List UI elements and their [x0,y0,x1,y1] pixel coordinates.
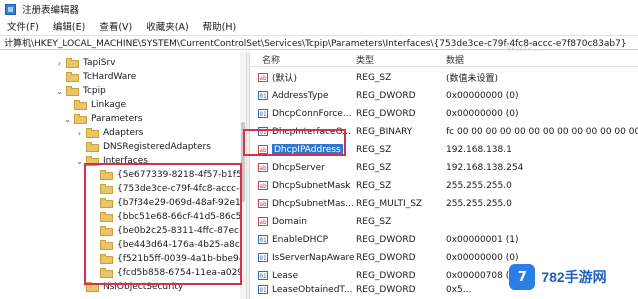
string-value-icon: ab [258,217,268,226]
dword-value-icon: 01 [258,91,268,100]
column-type-header[interactable]: 类型 [356,52,374,67]
folder-icon [86,128,99,138]
folder-icon [66,72,79,82]
dword-value-icon: 01 [258,109,268,118]
string-value-icon: ab [258,181,268,190]
tree-item-label: Adapters [103,128,144,138]
menu-bar: 文件(F) 编辑(E) 查看(V) 收藏夹(A) 帮助(H) [0,18,638,34]
interfaces-annotation-box [84,163,242,285]
dword-value-icon: 01 [258,235,268,244]
tree-item-label: Parameters [91,114,143,124]
tree-item-adapters[interactable]: › Adapters [78,126,144,140]
dword-value-icon: 01 [258,271,268,280]
dword-value-icon: 01 [258,285,268,294]
folder-icon [66,58,79,68]
tree-item-linkage[interactable]: Linkage [74,98,126,112]
site-logo-icon: 7 [509,264,536,290]
tree-item-dnsregisteredadapters[interactable]: DNSRegisteredAdapters [86,140,211,154]
string-value-icon: ab [258,73,268,82]
menu-file[interactable]: 文件(F) [0,19,46,33]
list-header: 名称 类型 数据 [250,52,638,67]
folder-icon [66,86,79,96]
list-item[interactable]: ab DhcpSubnetMas... REG_MULTI_SZ 255.255.… [250,196,638,211]
chevron-right-icon[interactable]: › [75,126,84,140]
chevron-right-icon[interactable]: › [55,56,64,70]
list-item[interactable]: 01 AddressType REG_DWORD 0x00000000 (0) [250,88,638,103]
menu-edit[interactable]: 编辑(E) [46,19,92,33]
string-value-icon: ab [258,163,268,172]
regedit-app-icon [5,3,16,15]
string-value-icon: ab [258,199,268,208]
site-watermark: 7 782手游网 [483,259,633,295]
list-item[interactable]: ab DhcpServer REG_SZ 192.168.138.254 [250,160,638,175]
menu-view[interactable]: 查看(V) [92,19,139,33]
menu-help[interactable]: 帮助(H) [196,19,244,33]
dword-value-icon: 01 [258,253,268,262]
tree-item-label: TapiSrv [83,58,116,68]
dhcp-ip-annotation-box [243,129,346,156]
column-data-header[interactable]: 数据 [446,52,464,67]
chevron-down-icon[interactable]: ⌄ [63,112,72,126]
folder-icon [74,100,87,110]
list-item[interactable]: ab (默认) REG_SZ (数值未设置) [250,70,638,85]
list-item[interactable]: ab DhcpSubnetMask REG_SZ 255.255.255.0 [250,178,638,193]
tree-item-parameters[interactable]: ⌄ Parameters [64,112,143,126]
column-name-header[interactable]: 名称 [262,52,280,67]
menu-favorites[interactable]: 收藏夹(A) [139,19,195,33]
tree-item-label: DNSRegisteredAdapters [103,142,211,152]
faint-watermark: Win7... [505,40,545,55]
tree-item-tapisrv[interactable]: › TapiSrv [58,56,116,70]
tree-item-label: TcHardWare [83,72,137,82]
site-watermark-text: 782手游网 [541,269,607,285]
chevron-down-icon[interactable]: ⌄ [55,84,64,98]
list-item[interactable]: 01 DhcpConnForce... REG_DWORD 0x00000000 … [250,106,638,121]
tree-item-label: Linkage [91,100,127,110]
title-bar: 注册表编辑器 [0,0,638,18]
list-item[interactable]: ab Domain REG_SZ [250,214,638,229]
tree-item-tcpip[interactable]: ⌄ Tcpip [56,84,106,98]
folder-icon [74,114,87,124]
list-item[interactable]: 01 EnableDHCP REG_DWORD 0x00000001 (1) [250,232,638,247]
tree-item-label: Tcpip [83,86,106,96]
window-title: 注册表编辑器 [22,5,80,16]
chevron-down-icon[interactable]: ⌄ [75,154,84,168]
folder-icon [86,142,99,152]
tree-item-tchardware[interactable]: TcHardWare [66,70,136,84]
